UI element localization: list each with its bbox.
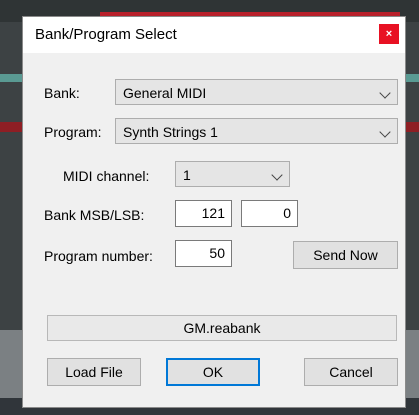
bank-lsb-field[interactable]: 0 [241, 200, 298, 227]
chevron-down-icon [379, 87, 391, 99]
chevron-down-icon [271, 169, 283, 181]
cancel-button[interactable]: Cancel [304, 358, 398, 386]
bank-msb-field[interactable]: 121 [175, 200, 232, 227]
bank-lsb-value: 0 [283, 205, 291, 221]
midi-channel-select[interactable]: 1 [175, 161, 290, 187]
midi-channel-label: MIDI channel: [63, 168, 150, 184]
bank-program-select-dialog: Bank/Program Select × Bank: General MIDI… [22, 16, 406, 408]
program-number-value: 50 [209, 245, 225, 261]
send-now-button[interactable]: Send Now [293, 241, 398, 269]
bank-msb-lsb-label: Bank MSB/LSB: [44, 207, 145, 223]
load-file-button[interactable]: Load File [47, 358, 141, 386]
bank-select-value: General MIDI [123, 85, 207, 101]
close-button[interactable]: × [379, 24, 399, 44]
program-number-field[interactable]: 50 [175, 240, 232, 267]
bank-file-name: GM.reabank [47, 315, 397, 341]
bank-select[interactable]: General MIDI [115, 79, 398, 105]
ok-button[interactable]: OK [166, 358, 260, 386]
bank-label: Bank: [44, 85, 80, 101]
chevron-down-icon [379, 126, 391, 138]
program-select[interactable]: Synth Strings 1 [115, 118, 398, 144]
bank-msb-value: 121 [201, 205, 225, 221]
close-icon: × [385, 28, 393, 40]
midi-channel-value: 1 [183, 167, 191, 183]
program-number-label: Program number: [44, 248, 153, 264]
title-bar: Bank/Program Select × [23, 17, 405, 53]
program-select-value: Synth Strings 1 [123, 124, 218, 140]
dialog-title: Bank/Program Select [35, 26, 177, 43]
program-label: Program: [44, 124, 102, 140]
